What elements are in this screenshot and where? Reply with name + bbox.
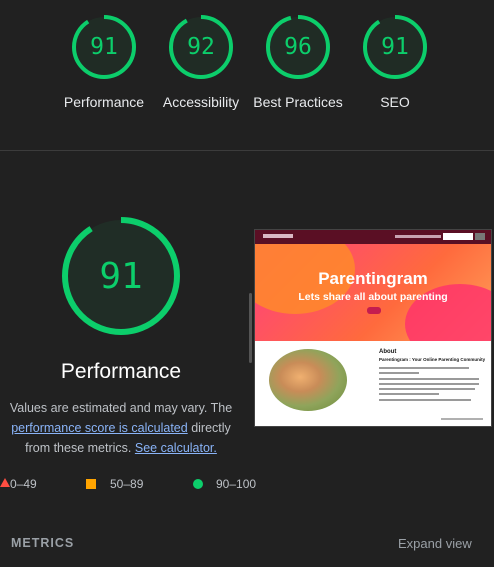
screenshot-nav-links xyxy=(395,235,441,238)
desc-prefix: Values are estimated and may vary. The xyxy=(9,401,233,415)
legend-fail-range: 0–49 xyxy=(10,477,37,491)
performance-description: Values are estimated and may vary. The p… xyxy=(0,398,242,458)
hero-subtitle: Lets share all about parenting xyxy=(298,291,448,303)
screenshot-search xyxy=(443,233,473,240)
legend-average-range: 50–89 xyxy=(110,477,144,491)
screenshot-search-button xyxy=(475,233,485,240)
text-line xyxy=(379,372,419,374)
scrollbar[interactable] xyxy=(249,293,252,363)
legend-pass-range: 90–100 xyxy=(216,477,257,491)
gauge-score: 91 xyxy=(381,34,409,60)
calculator-link[interactable]: See calculator. xyxy=(135,441,217,455)
page-screenshot[interactable]: Parentingram Lets share all about parent… xyxy=(254,229,492,427)
screenshot-hero: Parentingram Lets share all about parent… xyxy=(255,244,491,341)
text-line xyxy=(379,367,469,369)
text-line xyxy=(379,393,439,395)
gauge-label-performance: Performance xyxy=(63,94,145,110)
gauge-best-practices[interactable]: 96 xyxy=(265,14,331,80)
text-line xyxy=(379,383,479,385)
screenshot-about: About Parentingram : Your Online Parenti… xyxy=(255,341,491,426)
expand-view-button[interactable]: Expand view xyxy=(398,536,472,551)
footer-line xyxy=(441,418,483,420)
score-calculated-link[interactable]: performance score is calculated xyxy=(11,421,187,435)
text-line xyxy=(379,378,479,380)
section-divider xyxy=(0,150,494,151)
hero-button xyxy=(367,307,381,314)
hero-title: Parentingram xyxy=(318,269,428,288)
performance-score: 91 xyxy=(99,255,143,297)
gauge-seo[interactable]: 91 xyxy=(362,14,428,80)
about-subheading: Parentingram : Your Online Parenting Com… xyxy=(379,357,486,362)
performance-title: Performance xyxy=(60,360,182,383)
screenshot-brand xyxy=(263,234,293,238)
about-image xyxy=(269,349,347,411)
about-heading: About xyxy=(379,349,397,355)
gauge-score: 92 xyxy=(187,34,215,60)
fail-triangle-icon xyxy=(0,478,10,487)
text-line xyxy=(379,399,471,401)
gauge-accessibility[interactable]: 92 xyxy=(168,14,234,80)
pass-circle-icon xyxy=(193,479,203,489)
gauge-label-accessibility: Accessibility xyxy=(162,94,240,110)
gauge-score: 96 xyxy=(284,34,312,60)
screenshot-navbar xyxy=(255,230,491,244)
gauge-label-seo: SEO xyxy=(380,94,410,110)
text-line xyxy=(379,388,475,390)
average-square-icon xyxy=(86,479,96,489)
gauge-score: 91 xyxy=(90,34,118,60)
gauge-label-best-practices: Best Practices xyxy=(253,94,343,110)
performance-gauge: 91 xyxy=(60,215,182,337)
gauge-performance[interactable]: 91 xyxy=(71,14,137,80)
metrics-heading: METRICS xyxy=(11,536,75,550)
